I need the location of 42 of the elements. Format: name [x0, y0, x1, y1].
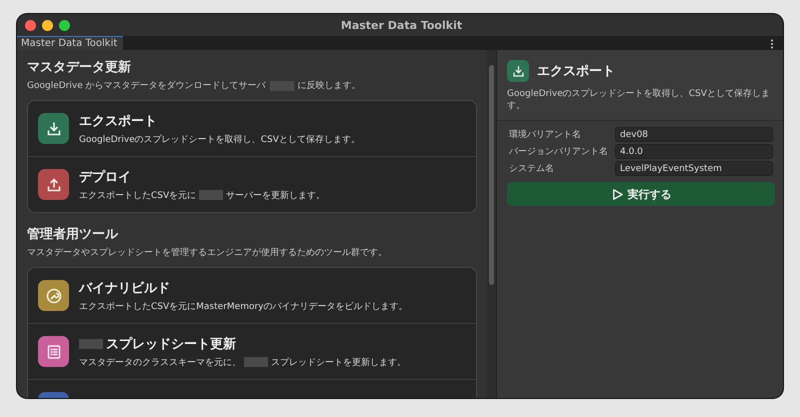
tool-description: GoogleDriveのスプレッドシートを取得し、CSVとして保存します。: [79, 133, 360, 146]
section-title: マスタデータ更新: [27, 58, 132, 76]
window-tab[interactable]: Master Data Toolkit: [17, 36, 124, 50]
redacted-block: [79, 338, 103, 348]
close-button[interactable]: [25, 20, 36, 30]
detail-title: エクスポート: [537, 63, 615, 80]
field-label: 環境バリアント名: [509, 128, 582, 141]
field-label: バージョンバリアント名: [509, 146, 609, 158]
tool-description: サーバーを更新します。: [226, 190, 326, 202]
upload-icon: [46, 176, 62, 192]
input-field[interactable]: LevelPlayEventSystem: [615, 161, 773, 176]
minimize-button[interactable]: [42, 20, 53, 30]
input-field[interactable]: dev08: [615, 127, 773, 142]
zoom-button[interactable]: [59, 20, 70, 30]
tool-title: エクスポート: [79, 112, 157, 130]
list-icon: [46, 344, 62, 360]
run-button[interactable]: 実行する: [507, 182, 775, 206]
section-description: GoogleDrive からマスタデータをダウンロードしてサーバ: [27, 80, 266, 92]
download-icon: [46, 120, 62, 136]
section-description: マスタデータやスプレッドシートを管理するエンジニアが使用するためのツール群です。: [27, 246, 387, 259]
tool-description: エクスポートしたCSVを元に: [79, 190, 196, 202]
tool-description: スプレッドシートを更新します。: [271, 356, 406, 368]
window-title: Master Data Toolkit: [340, 18, 464, 32]
tool-title: スプレッドシート更新: [106, 336, 236, 352]
input-field[interactable]: 4.0.0: [615, 144, 773, 159]
redacted-block: [244, 357, 268, 367]
tool-item[interactable]: エクスポート GoogleDriveのスプレッドシートを取得し、CSVとして保存します。: [28, 101, 476, 156]
download-icon: [512, 64, 524, 78]
tool-description: エクスポートしたCSVを元にMasterMemoryのバイナリデータをビルドします。: [79, 300, 408, 312]
tool-item[interactable]: デプロイ エクスポートしたCSVを元に サーバーを更新します。: [28, 156, 476, 212]
tool-item[interactable]: スプレッドシート更新 マスタデータのクラススキーマを元に、 スプレッドシートを更新します。: [28, 323, 476, 379]
tool-item[interactable]: バイナリビルド エクスポートしたCSVを元にMasterMemoryのバイナリデータをビルドします。: [28, 268, 476, 323]
tool-title: デプロイ: [79, 168, 131, 186]
wrench-icon: [46, 288, 62, 304]
tool-description: マスタデータのクラススキーマを元に、: [79, 356, 241, 368]
tool-title: バイナリビルド: [79, 280, 170, 296]
field-label: システム名: [509, 162, 555, 175]
section-description: に反映します。: [298, 80, 361, 92]
section-title: 管理者用ツール: [27, 226, 120, 243]
detail-description: GoogleDriveのスプレッドシートを取得し、CSVとして保存します。: [507, 88, 771, 112]
play-icon: [610, 188, 624, 200]
redacted-block: [199, 190, 224, 200]
